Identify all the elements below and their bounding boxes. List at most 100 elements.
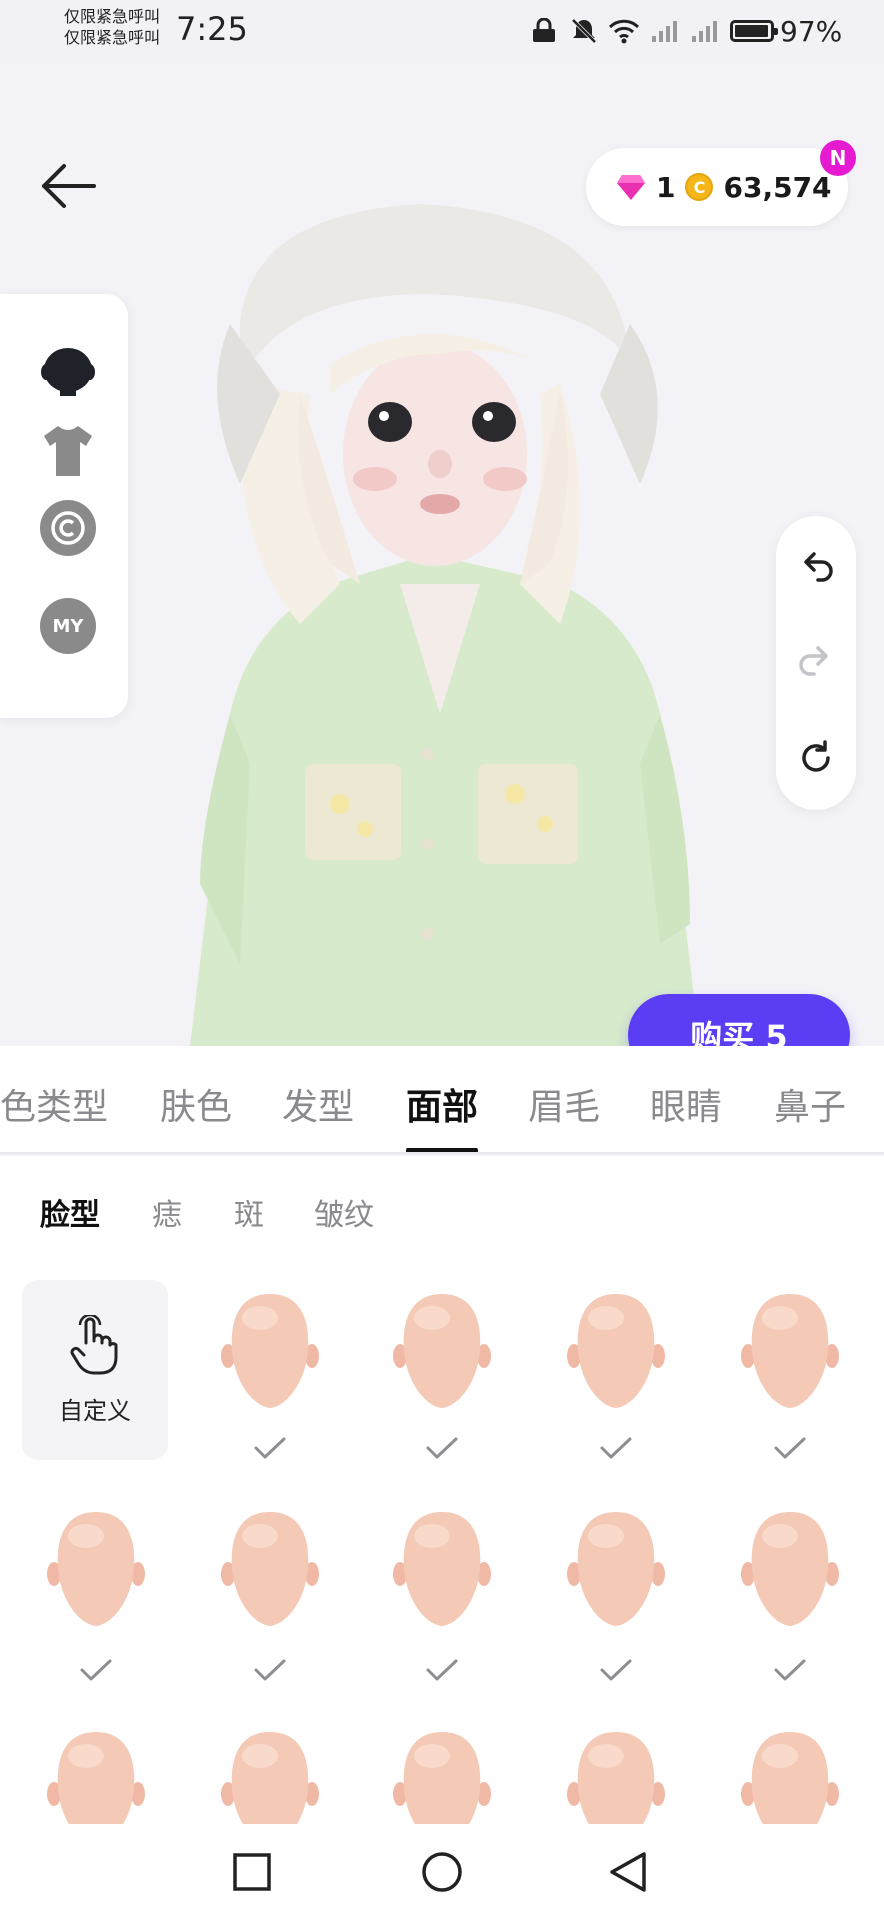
tab-eyes[interactable]: 眼睛	[650, 1078, 722, 1130]
face-shape-thumbnail	[393, 1732, 491, 1824]
face-shape-option[interactable]	[740, 1726, 840, 1824]
face-shape-grid: 自定义	[0, 1264, 884, 1824]
tshirt-icon	[44, 426, 92, 476]
face-shape-option[interactable]	[566, 1506, 666, 1636]
arrow-left-icon	[42, 164, 96, 208]
face-shape-option[interactable]	[740, 1506, 840, 1636]
carrier-info: 仅限紧急呼叫 仅限紧急呼叫	[64, 6, 160, 48]
checkmark-icon	[774, 1659, 806, 1681]
copyright-icon	[40, 500, 96, 556]
checkmark-icon	[600, 1659, 632, 1681]
checkmark-icon	[426, 1437, 458, 1459]
signal-icon	[652, 21, 677, 42]
battery-indicator: 97%	[730, 15, 842, 48]
face-shape-option[interactable]	[392, 1726, 492, 1824]
face-shape-thumbnail	[393, 1512, 491, 1626]
tab-face[interactable]: 面部	[406, 1078, 478, 1130]
reset-button[interactable]	[796, 738, 836, 778]
back-button[interactable]	[38, 158, 100, 214]
face-shape-thumbnail	[567, 1732, 665, 1824]
subtab-spots[interactable]: 斑	[234, 1190, 264, 1234]
wallet-balance[interactable]: 1 C 63,574	[586, 148, 848, 226]
face-shape-option[interactable]	[740, 1288, 840, 1418]
nav-back-button[interactable]	[604, 1848, 652, 1896]
face-shape-thumbnail	[221, 1512, 319, 1626]
face-shape-thumbnail	[741, 1294, 839, 1408]
face-shape-option[interactable]	[566, 1288, 666, 1418]
face-shape-option[interactable]	[220, 1726, 320, 1824]
face-shape-thumbnail	[47, 1732, 145, 1824]
new-badge: N	[820, 140, 856, 176]
square-icon	[233, 1853, 271, 1891]
status-icons: 97%	[530, 14, 842, 48]
subtab-face-shape[interactable]: 脸型	[40, 1190, 100, 1234]
tap-hand-icon	[70, 1314, 118, 1374]
face-shape-option[interactable]	[46, 1726, 146, 1824]
checkmark-icon	[774, 1437, 806, 1459]
rail-my-button[interactable]: MY	[40, 598, 96, 654]
rail-head-button[interactable]	[40, 340, 96, 396]
tab-color-type[interactable]: 色类型	[0, 1078, 108, 1130]
face-shape-thumbnail	[741, 1732, 839, 1824]
redo-button[interactable]	[796, 642, 836, 682]
coin-icon: C	[685, 173, 714, 201]
face-shape-thumbnail	[47, 1512, 145, 1626]
my-label: MY	[40, 598, 96, 654]
history-controls	[776, 516, 856, 810]
undo-button[interactable]	[796, 548, 836, 588]
tab-skin-color[interactable]: 肤色	[160, 1078, 232, 1130]
checkmark-icon	[254, 1437, 286, 1459]
face-shape-option[interactable]	[220, 1506, 320, 1636]
battery-fill	[735, 25, 768, 37]
triangle-back-icon	[610, 1852, 646, 1892]
circle-icon	[422, 1852, 462, 1892]
face-shape-thumbnail	[393, 1294, 491, 1408]
custom-face-button[interactable]: 自定义	[22, 1280, 168, 1460]
coin-count: 63,574	[723, 170, 832, 204]
tab-nose[interactable]: 鼻子	[774, 1078, 846, 1130]
subtab-wrinkles[interactable]: 皱纹	[314, 1190, 374, 1234]
rail-clothing-button[interactable]	[40, 422, 96, 478]
sub-tabs: 脸型 痣 斑 皱纹	[0, 1156, 884, 1264]
face-shape-thumbnail	[221, 1732, 319, 1824]
carrier-line-1: 仅限紧急呼叫	[64, 7, 161, 26]
active-tab-indicator	[406, 1148, 478, 1152]
checkmark-icon	[80, 1659, 112, 1681]
lock-icon	[533, 18, 555, 42]
checkmark-icon	[254, 1659, 286, 1681]
subtab-moles[interactable]: 痣	[152, 1190, 182, 1234]
clock: 7:25	[176, 10, 248, 48]
face-shape-option[interactable]	[566, 1726, 666, 1824]
battery-icon	[730, 20, 778, 42]
category-rail: MY	[0, 294, 128, 718]
buy-button[interactable]: 购买 5	[628, 994, 850, 1046]
face-shape-thumbnail	[221, 1294, 319, 1408]
nav-home-button[interactable]	[418, 1848, 466, 1896]
system-nav-bar	[0, 1824, 884, 1920]
face-shape-thumbnail	[741, 1512, 839, 1626]
category-tabs: 色类型 肤色 发型 面部 眉毛 眼睛 鼻子	[0, 1046, 884, 1154]
carrier-line-2: 仅限紧急呼叫	[64, 28, 161, 47]
battery-percent: 97%	[780, 14, 843, 48]
face-shape-option[interactable]	[46, 1506, 146, 1636]
signal-icon	[692, 21, 717, 42]
wifi-icon	[608, 19, 640, 44]
nav-recents-button[interactable]	[228, 1848, 276, 1896]
face-shape-option[interactable]	[392, 1506, 492, 1636]
face-shape-thumbnail	[567, 1294, 665, 1408]
rail-brand-button[interactable]	[40, 500, 96, 556]
checkmark-icon	[600, 1437, 632, 1459]
face-shape-option[interactable]	[392, 1288, 492, 1418]
face-shape-thumbnail	[567, 1512, 665, 1626]
mute-icon	[571, 18, 597, 44]
checkmark-icon	[426, 1659, 458, 1681]
status-bar: 仅限紧急呼叫 仅限紧急呼叫 7:25 97%	[0, 0, 884, 64]
head-silhouette-icon	[41, 348, 95, 396]
undo-icon	[804, 552, 833, 582]
tab-eyebrows[interactable]: 眉毛	[528, 1078, 600, 1130]
refresh-icon	[802, 740, 830, 772]
tab-hairstyle[interactable]: 发型	[282, 1078, 354, 1130]
face-shape-option[interactable]	[220, 1288, 320, 1418]
avatar-preview[interactable]: 1 C 63,574 N MY 购买 5	[0, 64, 884, 1046]
gem-count: 1	[656, 170, 676, 204]
